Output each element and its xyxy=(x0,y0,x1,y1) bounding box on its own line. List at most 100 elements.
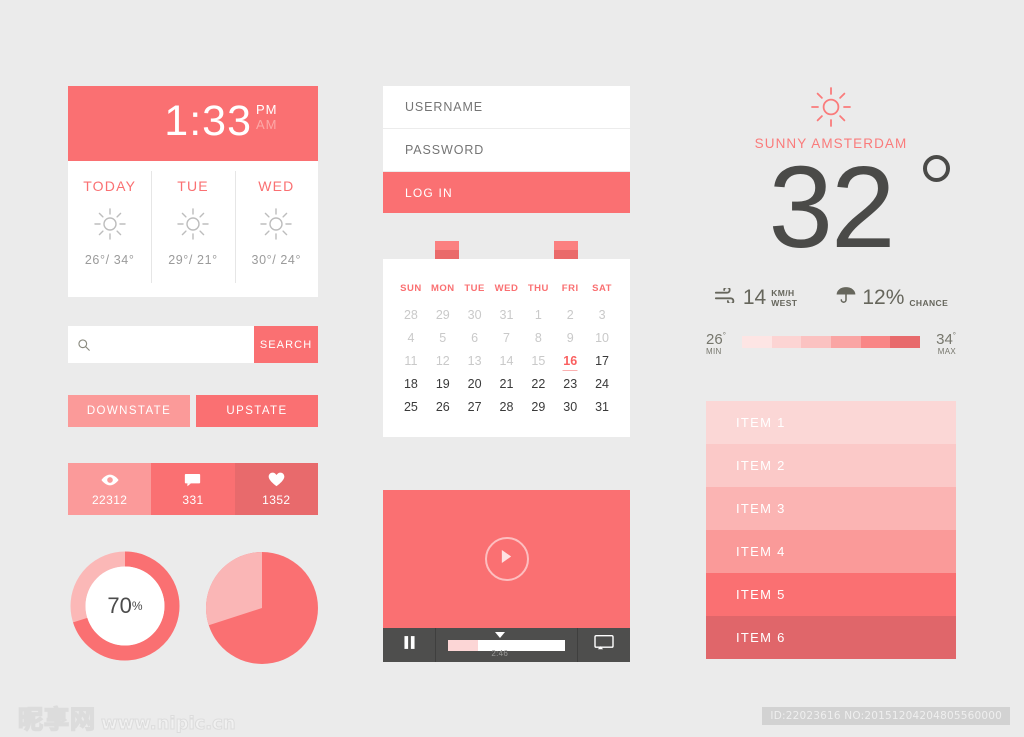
calendar-day[interactable]: 21 xyxy=(491,377,523,391)
donut-progress-chart: 70% xyxy=(70,551,180,661)
calendar-day[interactable]: 2 xyxy=(554,308,586,322)
range-max-value: 34° xyxy=(936,331,956,348)
rain-value: 12% xyxy=(862,286,905,309)
list-item[interactable]: ITEM 4 xyxy=(706,530,956,573)
login-button[interactable]: LOG IN xyxy=(383,172,630,213)
calendar-day[interactable]: 17 xyxy=(586,354,618,368)
username-field[interactable] xyxy=(383,86,630,129)
rain-chance-label: CHANCE xyxy=(909,298,949,308)
calendar-bookmark-2[interactable] xyxy=(554,241,578,259)
play-icon xyxy=(500,549,513,569)
clock-weather-card: 1:33 PM AM TODAY 26°/ 34° TUE 29°/ 21° W… xyxy=(68,86,318,297)
cast-button[interactable] xyxy=(578,635,630,655)
calendar-day[interactable]: 14 xyxy=(491,354,523,368)
calendar-day[interactable]: 11 xyxy=(395,354,427,368)
scrubber-handle[interactable] xyxy=(494,632,505,638)
weather-temperature-value: 32 xyxy=(768,142,895,272)
pause-button[interactable] xyxy=(383,636,435,654)
bookmark-bottom xyxy=(435,250,459,259)
wind-icon xyxy=(714,286,738,308)
watermark-url-text: www.nipic.cn xyxy=(101,713,237,735)
list-item-label: ITEM 5 xyxy=(736,587,786,602)
scrubber-zone[interactable]: 2:46 xyxy=(436,628,577,662)
sun-icon xyxy=(810,86,852,128)
calendar-day[interactable]: 20 xyxy=(459,377,491,391)
calendar-day[interactable]: 26 xyxy=(427,400,459,414)
range-gradient-bar[interactable] xyxy=(742,336,921,348)
clock-ampm-toggle[interactable]: PM AM xyxy=(256,102,300,132)
calendar-day[interactable]: 3 xyxy=(586,308,618,322)
calendar-day[interactable]: 29 xyxy=(522,400,554,414)
clock-am-label[interactable]: AM xyxy=(256,117,300,132)
weather-metrics: 14 KM/H WEST 12% CHANCE xyxy=(706,285,956,308)
sun-icon xyxy=(176,207,210,241)
calendar-day[interactable]: 22 xyxy=(522,377,554,391)
forecast-day-label: TUE xyxy=(177,178,209,194)
list-item[interactable]: ITEM 6 xyxy=(706,616,956,659)
calendar-day[interactable]: 25 xyxy=(395,400,427,414)
forecast-day-label: WED xyxy=(258,178,295,194)
calendar-day[interactable]: 30 xyxy=(554,400,586,414)
calendar-day[interactable]: 31 xyxy=(491,308,523,322)
calendar-bookmark-1[interactable] xyxy=(435,241,459,259)
forecast-day-1[interactable]: TUE 29°/ 21° xyxy=(151,161,234,297)
password-input[interactable] xyxy=(405,143,608,157)
stat-views[interactable]: 22312 xyxy=(68,463,152,515)
calendar-day[interactable]: 13 xyxy=(459,354,491,368)
stats-bar: 22312 331 1352 xyxy=(68,463,318,515)
calendar-day[interactable]: 19 xyxy=(427,377,459,391)
stat-likes[interactable]: 1352 xyxy=(234,463,318,515)
calendar-day[interactable]: 10 xyxy=(586,331,618,345)
calendar-day[interactable]: 27 xyxy=(459,400,491,414)
video-stage[interactable] xyxy=(383,490,630,628)
calendar-day[interactable]: 24 xyxy=(586,377,618,391)
calendar-day[interactable]: 15 xyxy=(522,354,554,368)
calendar-day[interactable]: 1 xyxy=(522,308,554,322)
clock-pm-label[interactable]: PM xyxy=(256,102,300,117)
calendar-dow-header: WED xyxy=(494,283,519,294)
upstate-button[interactable]: UPSTATE xyxy=(196,395,318,427)
search-button[interactable]: SEARCH xyxy=(254,326,318,363)
calendar-day[interactable]: 29 xyxy=(427,308,459,322)
bookmark-top xyxy=(435,241,459,250)
calendar-day[interactable]: 8 xyxy=(522,331,554,345)
watermark-id-text: ID:22023616 NO:20151204204805560000 xyxy=(762,707,1010,725)
range-segment-4 xyxy=(831,336,861,348)
list-item[interactable]: ITEM 2 xyxy=(706,444,956,487)
search-input[interactable] xyxy=(99,326,255,363)
downstate-button[interactable]: DOWNSTATE xyxy=(68,395,190,427)
forecast-day-2[interactable]: WED 30°/ 24° xyxy=(234,161,318,297)
calendar-grid: SUN MON TUE WED THU FRI SAT 28 29 30 31 1 2 3 4 5 6 7 8 9 10… xyxy=(395,283,618,414)
eye-icon xyxy=(100,471,120,488)
forecast-day-label: TODAY xyxy=(83,178,137,194)
calendar-dow-header: THU xyxy=(527,283,549,294)
calendar-day[interactable]: 30 xyxy=(459,308,491,322)
calendar-day[interactable]: 18 xyxy=(395,377,427,391)
calendar-day[interactable]: 28 xyxy=(395,308,427,322)
list-item[interactable]: ITEM 3 xyxy=(706,487,956,530)
stat-value: 331 xyxy=(182,493,204,507)
bookmark-top xyxy=(554,241,578,250)
range-segment-6 xyxy=(890,336,921,348)
password-field[interactable] xyxy=(383,129,630,172)
calendar-day[interactable]: 31 xyxy=(586,400,618,414)
calendar-day[interactable]: 12 xyxy=(427,354,459,368)
stat-comments[interactable]: 331 xyxy=(151,463,235,515)
list-item-label: ITEM 1 xyxy=(736,415,786,430)
username-input[interactable] xyxy=(405,100,608,114)
calendar-day-today[interactable]: 16 xyxy=(554,354,586,368)
list-item[interactable]: ITEM 5 xyxy=(706,573,956,616)
calendar-day[interactable]: 9 xyxy=(554,331,586,345)
calendar-day[interactable]: 6 xyxy=(459,331,491,345)
video-player: 2:46 xyxy=(383,490,630,662)
calendar-dow-header: TUE xyxy=(464,283,485,294)
play-button[interactable] xyxy=(484,537,529,581)
calendar-day[interactable]: 4 xyxy=(395,331,427,345)
forecast-temps: 26°/ 34° xyxy=(84,253,135,267)
forecast-day-0[interactable]: TODAY 26°/ 34° xyxy=(68,161,151,297)
calendar-day[interactable]: 7 xyxy=(491,331,523,345)
calendar-day[interactable]: 5 xyxy=(427,331,459,345)
calendar-day[interactable]: 28 xyxy=(491,400,523,414)
calendar-day[interactable]: 23 xyxy=(554,377,586,391)
list-item[interactable]: ITEM 1 xyxy=(706,401,956,444)
